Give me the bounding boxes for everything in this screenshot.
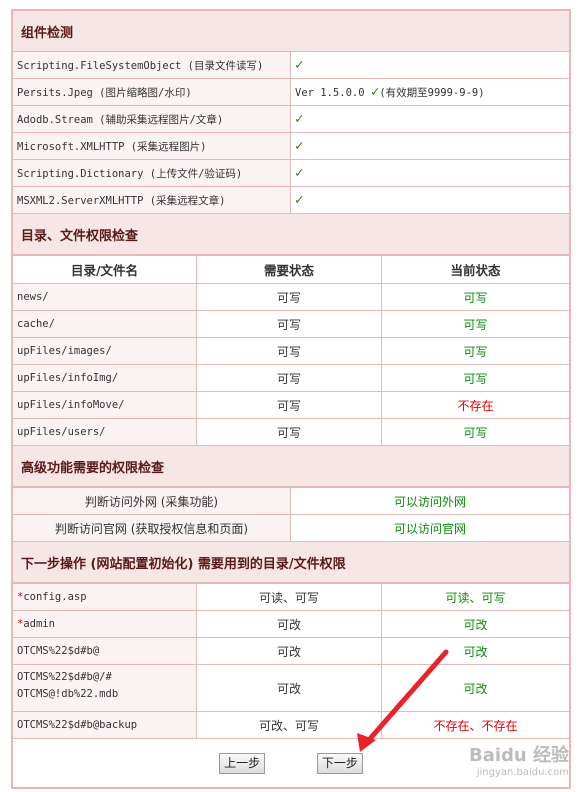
- watermark: Baidu 经验 jingyan.baidu.com: [469, 741, 569, 778]
- watermark-url: jingyan.baidu.com: [476, 767, 569, 778]
- watermark-brand: Baidu 经验: [468, 745, 569, 766]
- annotation-arrow: [357, 649, 449, 752]
